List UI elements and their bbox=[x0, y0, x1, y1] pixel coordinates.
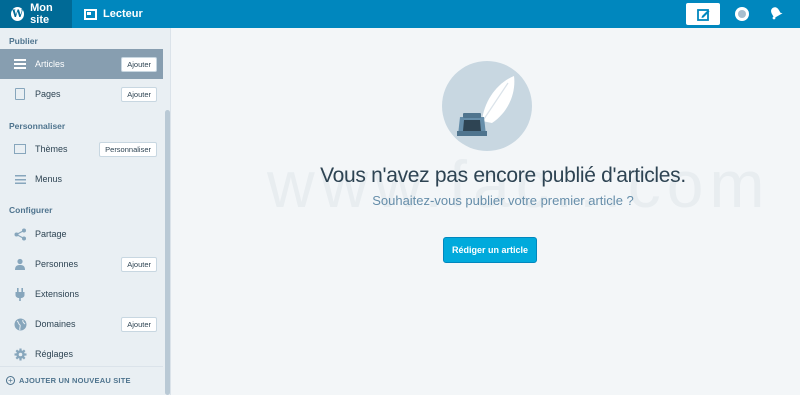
add-new-site-link[interactable]: + AJOUTER UN NOUVEAU SITE bbox=[0, 366, 163, 394]
people-icon bbox=[13, 257, 27, 271]
my-site-tab[interactable]: W Mon site bbox=[0, 0, 72, 28]
sidebar-item-pages[interactable]: Pages Ajouter bbox=[0, 79, 163, 109]
avatar-icon[interactable] bbox=[735, 7, 749, 21]
sidebar-item-domains[interactable]: Domaines Ajouter bbox=[0, 309, 163, 339]
add-person-button[interactable]: Ajouter bbox=[121, 256, 157, 272]
write-post-button[interactable] bbox=[686, 3, 720, 25]
section-personalize: Personnaliser bbox=[9, 121, 66, 131]
posts-icon bbox=[13, 57, 27, 71]
ink-and-quill-icon bbox=[442, 61, 532, 151]
sidebar-item-sharing[interactable]: Partage bbox=[0, 219, 163, 249]
sidebar-item-label: Domaines bbox=[35, 319, 76, 329]
write-article-button[interactable]: Rédiger un article bbox=[443, 237, 537, 263]
empty-state-subtitle: Souhaitez-vous publier votre premier art… bbox=[372, 193, 634, 208]
main-content: www.fac...com Vous n'avez pas encore pub… bbox=[172, 28, 800, 395]
sidebar-item-label: Articles bbox=[35, 59, 65, 69]
sidebar-item-themes[interactable]: Thèmes Personnaliser bbox=[0, 134, 163, 164]
add-article-button[interactable]: Ajouter bbox=[121, 56, 157, 72]
plugins-icon bbox=[13, 287, 27, 301]
sidebar-item-label: Réglages bbox=[35, 349, 74, 359]
sidebar-item-label: Personnes bbox=[35, 259, 79, 269]
reader-tab[interactable]: Lecteur bbox=[72, 0, 143, 28]
sidebar-item-label: Partage bbox=[35, 229, 67, 239]
sidebar-item-plugins[interactable]: Extensions bbox=[0, 279, 163, 309]
add-site-label: AJOUTER UN NOUVEAU SITE bbox=[19, 376, 131, 385]
sidebar-item-label: Menus bbox=[35, 174, 63, 184]
sidebar-item-label: Extensions bbox=[35, 289, 80, 299]
reader-label: Lecteur bbox=[103, 8, 143, 20]
settings-icon bbox=[13, 347, 27, 361]
customize-button[interactable]: Personnaliser bbox=[99, 141, 157, 157]
sidebar: Publier Articles Ajouter Pages Ajouter P… bbox=[0, 28, 171, 395]
sidebar-item-label: Thèmes bbox=[35, 144, 68, 154]
pages-icon bbox=[13, 87, 27, 101]
plus-circle-icon: + bbox=[6, 376, 15, 385]
sidebar-item-articles[interactable]: Articles Ajouter bbox=[0, 49, 163, 79]
share-icon bbox=[13, 227, 27, 241]
write-icon bbox=[696, 8, 709, 21]
sidebar-item-label: Pages bbox=[35, 89, 61, 99]
reader-icon bbox=[84, 8, 97, 20]
globe-icon bbox=[13, 317, 27, 331]
sidebar-item-people[interactable]: Personnes Ajouter bbox=[0, 249, 163, 279]
masterbar: W Mon site Lecteur bbox=[0, 0, 800, 28]
wordpress-logo-icon: W bbox=[11, 7, 25, 21]
themes-icon bbox=[13, 142, 27, 156]
add-page-button[interactable]: Ajouter bbox=[121, 86, 157, 102]
add-domain-button[interactable]: Ajouter bbox=[121, 316, 157, 332]
menus-icon bbox=[13, 172, 27, 186]
empty-state-title: Vous n'avez pas encore publié d'articles… bbox=[320, 164, 686, 187]
section-configure: Configurer bbox=[9, 205, 53, 215]
section-publish: Publier bbox=[9, 36, 38, 46]
sidebar-item-settings[interactable]: Réglages bbox=[0, 339, 163, 369]
notifications-icon[interactable] bbox=[768, 6, 784, 22]
sidebar-item-menus[interactable]: Menus bbox=[0, 164, 163, 194]
my-site-label: Mon site bbox=[30, 2, 53, 26]
sidebar-scrollbar[interactable] bbox=[165, 110, 170, 395]
